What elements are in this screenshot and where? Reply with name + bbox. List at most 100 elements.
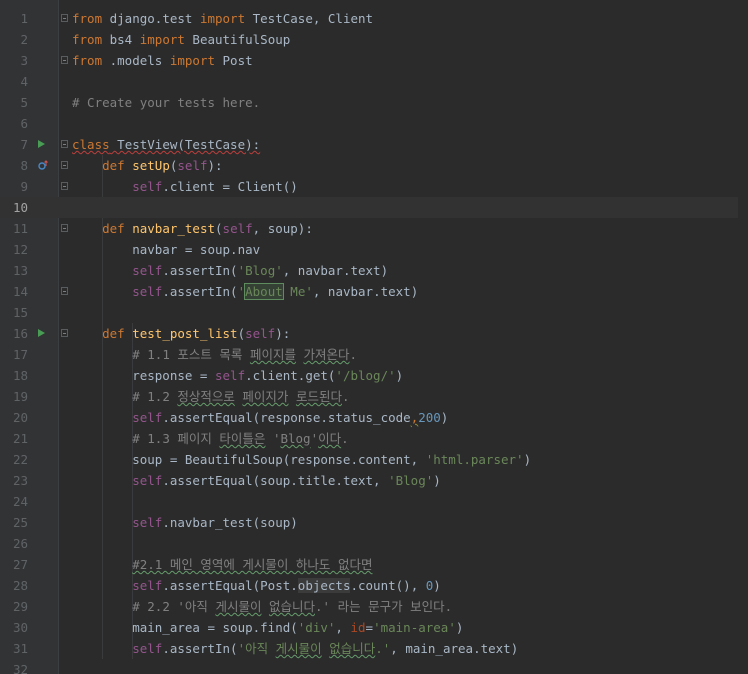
fold-toggle-icon[interactable] xyxy=(61,329,68,337)
code-line[interactable]: 28 self.assertEqual(Post.objects.count()… xyxy=(0,575,748,596)
override-method-icon[interactable] xyxy=(38,160,48,171)
code-line[interactable]: 26 xyxy=(0,533,748,554)
code-line[interactable]: 25 self.navbar_test(soup) xyxy=(0,512,748,533)
code-line[interactable]: 10 xyxy=(0,197,748,218)
code-text[interactable]: self.client = Client() xyxy=(72,176,298,197)
line-number[interactable]: 7 xyxy=(0,134,28,155)
code-text[interactable]: from .models import Post xyxy=(72,50,253,71)
code-line[interactable]: 18 response = self.client.get('/blog/') xyxy=(0,365,748,386)
code-editor[interactable]: 1 from django.test import TestCase, Clien… xyxy=(0,0,748,674)
code-line[interactable]: 6 xyxy=(0,113,748,134)
line-number[interactable]: 25 xyxy=(0,512,28,533)
code-text[interactable]: self.assertEqual(soup.title.text, 'Blog'… xyxy=(72,470,441,491)
line-number[interactable]: 9 xyxy=(0,176,28,197)
code-text[interactable]: # 1.2 정상적으로 페이지가 로드된다. xyxy=(72,386,349,407)
code-text[interactable]: # 1.1 포스트 목록 페이지를 가져온다. xyxy=(72,344,357,365)
line-number[interactable]: 26 xyxy=(0,533,28,554)
code-line[interactable]: 32 xyxy=(0,659,748,674)
code-line[interactable]: 2 from bs4 import BeautifulSoup xyxy=(0,29,748,50)
code-line[interactable]: 3 from .models import Post xyxy=(0,50,748,71)
vertical-scrollbar[interactable] xyxy=(738,0,748,674)
line-number[interactable]: 2 xyxy=(0,29,28,50)
code-line[interactable]: 8 def setUp(self): xyxy=(0,155,748,176)
code-line[interactable]: 15 xyxy=(0,302,748,323)
run-test-icon[interactable] xyxy=(38,140,45,148)
line-number[interactable]: 28 xyxy=(0,575,28,596)
code-text[interactable]: def setUp(self): xyxy=(72,155,222,176)
line-number[interactable]: 4 xyxy=(0,71,28,92)
line-number[interactable]: 10 xyxy=(0,197,28,218)
code-text[interactable]: soup = BeautifulSoup(response.content, '… xyxy=(72,449,531,470)
line-number[interactable]: 6 xyxy=(0,113,28,134)
line-number[interactable]: 12 xyxy=(0,239,28,260)
line-number[interactable]: 15 xyxy=(0,302,28,323)
code-line[interactable]: 4 xyxy=(0,71,748,92)
fold-toggle-icon[interactable] xyxy=(61,287,68,295)
code-text[interactable]: self.navbar_test(soup) xyxy=(72,512,298,533)
code-text[interactable]: def navbar_test(self, soup): xyxy=(72,218,313,239)
line-number[interactable]: 23 xyxy=(0,470,28,491)
line-number[interactable]: 1 xyxy=(0,8,28,29)
code-text[interactable]: def test_post_list(self): xyxy=(72,323,290,344)
code-text[interactable]: #2.1 메인 영역에 게시물이 하나도 없다면 xyxy=(72,554,372,575)
line-number[interactable]: 22 xyxy=(0,449,28,470)
code-line[interactable]: 12 navbar = soup.nav xyxy=(0,239,748,260)
fold-toggle-icon[interactable] xyxy=(61,224,68,232)
line-number[interactable]: 20 xyxy=(0,407,28,428)
code-line[interactable]: 5 # Create your tests here. xyxy=(0,92,748,113)
code-text[interactable]: self.assertIn('About Me', navbar.text) xyxy=(72,281,418,302)
code-line[interactable]: 19 # 1.2 정상적으로 페이지가 로드된다. xyxy=(0,386,748,407)
code-text[interactable]: # Create your tests here. xyxy=(72,92,260,113)
line-number[interactable]: 21 xyxy=(0,428,28,449)
fold-toggle-icon[interactable] xyxy=(61,182,68,190)
code-text[interactable]: from django.test import TestCase, Client xyxy=(72,8,373,29)
code-line[interactable]: 7 class TestView(TestCase): xyxy=(0,134,748,155)
code-text[interactable]: response = self.client.get('/blog/') xyxy=(72,365,403,386)
line-number[interactable]: 11 xyxy=(0,218,28,239)
code-line[interactable]: 22 soup = BeautifulSoup(response.content… xyxy=(0,449,748,470)
code-line[interactable]: 20 self.assertEqual(response.status_code… xyxy=(0,407,748,428)
line-number[interactable]: 8 xyxy=(0,155,28,176)
code-text[interactable]: from bs4 import BeautifulSoup xyxy=(72,29,290,50)
line-number[interactable]: 5 xyxy=(0,92,28,113)
code-line[interactable]: 17 # 1.1 포스트 목록 페이지를 가져온다. xyxy=(0,344,748,365)
line-number[interactable]: 32 xyxy=(0,659,28,674)
line-number[interactable]: 17 xyxy=(0,344,28,365)
code-line[interactable]: 11 def navbar_test(self, soup): xyxy=(0,218,748,239)
fold-toggle-icon[interactable] xyxy=(61,140,68,148)
line-number[interactable]: 14 xyxy=(0,281,28,302)
code-text[interactable]: self.assertEqual(response.status_code,20… xyxy=(72,407,448,428)
line-number[interactable]: 3 xyxy=(0,50,28,71)
code-text[interactable]: self.assertIn('아직 게시물이 없습니다.', main_area… xyxy=(72,638,518,659)
fold-toggle-icon[interactable] xyxy=(61,161,68,169)
code-line[interactable]: 30 main_area = soup.find('div', id='main… xyxy=(0,617,748,638)
line-number[interactable]: 27 xyxy=(0,554,28,575)
code-text[interactable]: main_area = soup.find('div', id='main-ar… xyxy=(72,617,463,638)
line-number[interactable]: 29 xyxy=(0,596,28,617)
code-line[interactable]: 24 xyxy=(0,491,748,512)
code-line[interactable]: 31 self.assertIn('아직 게시물이 없습니다.', main_a… xyxy=(0,638,748,659)
code-line[interactable]: 14 self.assertIn('About Me', navbar.text… xyxy=(0,281,748,302)
code-text[interactable]: # 1.3 페이지 타이틀은 'Blog'이다. xyxy=(72,428,348,449)
fold-toggle-icon[interactable] xyxy=(61,56,68,64)
line-number[interactable]: 30 xyxy=(0,617,28,638)
code-line[interactable]: 13 self.assertIn('Blog', navbar.text) xyxy=(0,260,748,281)
code-text[interactable]: navbar = soup.nav xyxy=(72,239,260,260)
code-line[interactable]: 29 # 2.2 '아직 게시물이 없습니다.' 라는 문구가 보인다. xyxy=(0,596,748,617)
code-text[interactable]: # 2.2 '아직 게시물이 없습니다.' 라는 문구가 보인다. xyxy=(72,596,452,617)
code-line[interactable]: 16 def test_post_list(self): xyxy=(0,323,748,344)
fold-toggle-icon[interactable] xyxy=(61,14,68,22)
code-text[interactable]: class TestView(TestCase): xyxy=(72,134,260,155)
code-text[interactable]: self.assertIn('Blog', navbar.text) xyxy=(72,260,388,281)
line-number[interactable]: 24 xyxy=(0,491,28,512)
line-number[interactable]: 18 xyxy=(0,365,28,386)
line-number[interactable]: 19 xyxy=(0,386,28,407)
line-number[interactable]: 13 xyxy=(0,260,28,281)
code-text[interactable]: self.assertEqual(Post.objects.count(), 0… xyxy=(72,575,441,596)
code-line[interactable]: 27 #2.1 메인 영역에 게시물이 하나도 없다면 xyxy=(0,554,748,575)
code-line[interactable]: 9 self.client = Client() xyxy=(0,176,748,197)
line-number[interactable]: 31 xyxy=(0,638,28,659)
code-line[interactable]: 1 from django.test import TestCase, Clien… xyxy=(0,8,748,29)
line-number[interactable]: 16 xyxy=(0,323,28,344)
run-test-icon[interactable] xyxy=(38,329,45,337)
